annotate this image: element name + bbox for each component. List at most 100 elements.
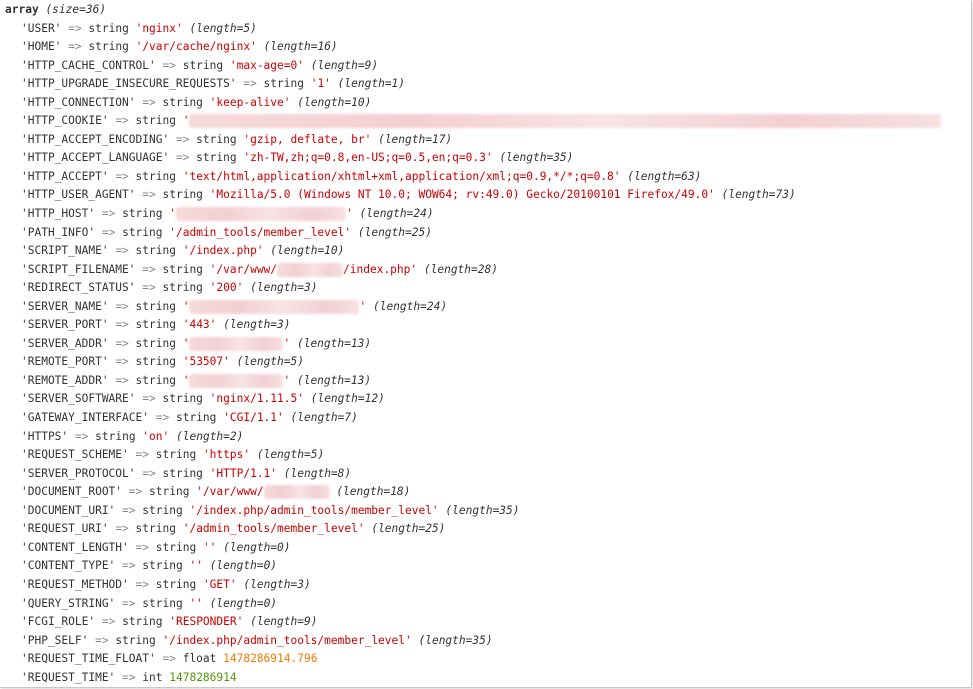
array-entry: 'PATH_INFO' => string '/admin_tools/memb… [5,224,941,243]
entry-length: (length=13) [296,373,372,387]
entry-type: string [155,448,197,462]
entry-length: (length=35) [445,503,520,517]
entry-key: 'QUERY_STRING' [21,596,116,610]
entry-value: '/admin_tools/member_level' [169,225,352,239]
entry-arrow: => [155,411,170,425]
entry-length: (length=16) [263,40,338,54]
entry-key: 'REMOTE_ADDR' [21,373,109,387]
entry-type: string [95,429,136,443]
entry-type: string [135,336,176,350]
array-entry: 'HTTPS' => string 'on' (length=2) [5,428,941,447]
entry-key: 'HTTPS' [21,429,69,443]
entry-length: (length=0) [209,596,278,610]
entry-key: 'SERVER_PROTOCOL' [21,466,136,480]
entry-value: '/index.php/admin_tools/member_level' [162,633,412,647]
redacted-value-blur [189,114,942,129]
entry-value: 'GET' [202,577,237,591]
entry-value: ' [182,299,190,313]
entry-value: '' [189,559,203,573]
array-entry: 'HTTP_ACCEPT' => string 'text/html,appli… [5,168,941,187]
entry-arrow: => [68,40,82,54]
entry-length: (length=12) [310,392,385,406]
entry-key: 'HTTP_ACCEPT_LANGUAGE' [21,151,170,165]
entry-value: 'nginx' [135,21,183,35]
entry-arrow: => [142,281,156,295]
entry-length: (length=25) [357,225,432,239]
entry-key: 'SERVER_PORT' [21,318,109,332]
entry-key: 'SERVER_ADDR' [21,336,109,350]
entry-value: '53507' [182,355,230,369]
entry-arrow: => [68,21,82,35]
entry-length: (length=3) [250,281,318,295]
array-entry: 'REQUEST_TIME_FLOAT' => float 1478286914… [5,650,941,669]
entry-type: string [122,615,163,629]
entry-type: string [135,114,176,128]
entry-length: (length=5) [189,21,257,35]
entry-length: (length=0) [223,540,291,554]
redacted-value-blur [263,485,330,500]
array-entry: 'HTTP_ACCEPT_ENCODING' => string 'gzip, … [5,131,941,150]
entry-length: (length=63) [627,169,702,183]
entry-type: string [135,355,176,369]
entry-length: (length=2) [176,429,244,443]
entry-length: (length=3) [243,577,311,591]
array-entry: 'HTTP_USER_AGENT' => string 'Mozilla/5.0… [5,186,941,205]
entry-value: 1478286914.796 [223,652,318,666]
array-entry: 'HTTP_CACHE_CONTROL' => string 'max-age=… [5,57,941,76]
entry-value-end: ' [283,336,291,350]
entry-value: 'CGI/1.1' [223,411,284,425]
array-entry: 'REMOTE_ADDR' => string ' ' (length=13) [5,372,941,391]
redacted-value-blur [189,373,284,388]
entry-key: 'CONTENT_TYPE' [21,559,116,573]
entry-arrow: => [135,540,150,554]
entry-key: 'HTTP_USER_AGENT' [21,188,136,202]
array-entry: 'REDIRECT_STATUS' => string '200' (lengt… [5,279,941,298]
entry-type: string [162,188,203,202]
entry-length: (length=18) [336,485,411,499]
array-entry: 'SERVER_SOFTWARE' => string 'nginx/1.11.… [5,390,941,409]
array-entry: 'GATEWAY_INTERFACE' => string 'CGI/1.1' … [5,409,941,428]
entry-arrow: => [115,299,129,313]
entry-arrow: => [115,318,129,332]
entry-length: (length=9) [310,58,379,72]
array-entry: 'REQUEST_METHOD' => string 'GET' (length… [5,576,941,595]
entry-length: (length=73) [721,188,796,202]
entry-key: 'HTTP_ACCEPT_ENCODING' [21,132,170,146]
entry-type: string [142,503,183,517]
entry-arrow: => [142,392,156,406]
entry-key: 'SCRIPT_NAME' [21,244,109,258]
entry-arrow: => [74,429,89,443]
entry-value: '1' [310,77,331,91]
entry-type: string [115,633,156,647]
array-entry: 'REQUEST_URI' => string '/admin_tools/me… [5,520,941,539]
entry-length: (length=17) [378,132,453,146]
entry-value: ' [169,207,176,221]
entry-type: int [142,670,163,684]
entry-arrow: => [142,95,156,109]
entry-type: float [182,652,217,666]
array-entry: 'HTTP_HOST' => string ' ' (length=24) [5,205,941,224]
entry-arrow: => [135,577,150,591]
entry-value: '/index.php' [182,244,264,258]
array-entry: 'SERVER_PORT' => string '443' (length=3) [5,316,941,335]
entry-value: '/var/cache/nginx' [135,40,257,54]
entry-arrow: => [142,188,156,202]
entry-key: 'REQUEST_SCHEME' [21,448,129,462]
array-entry: 'REQUEST_SCHEME' => string 'https' (leng… [5,446,941,465]
entry-value: 'Mozilla/5.0 (Windows NT 10.0; WOW64; rv… [209,188,715,202]
entry-arrow: => [95,633,109,647]
entry-value: ' [182,336,190,350]
array-entry: 'QUERY_STRING' => string '' (length=0) [5,595,941,614]
entry-arrow: => [142,262,156,276]
entry-value: 'text/html,application/xhtml+xml,applica… [182,169,621,183]
array-keyword: array [5,3,39,16]
entry-type: string [122,225,163,239]
entry-arrow: => [115,244,129,258]
array-entry: 'HTTP_ACCEPT_LANGUAGE' => string 'zh-TW,… [5,149,941,168]
entry-arrow: => [175,151,190,165]
array-entry: 'PHP_SELF' => string '/index.php/admin_t… [5,632,941,651]
entry-arrow: => [101,225,116,239]
entry-key: 'REQUEST_TIME' [21,670,116,684]
entry-key: 'CONTENT_LENGTH' [21,540,129,554]
entry-value: '200' [209,281,244,295]
